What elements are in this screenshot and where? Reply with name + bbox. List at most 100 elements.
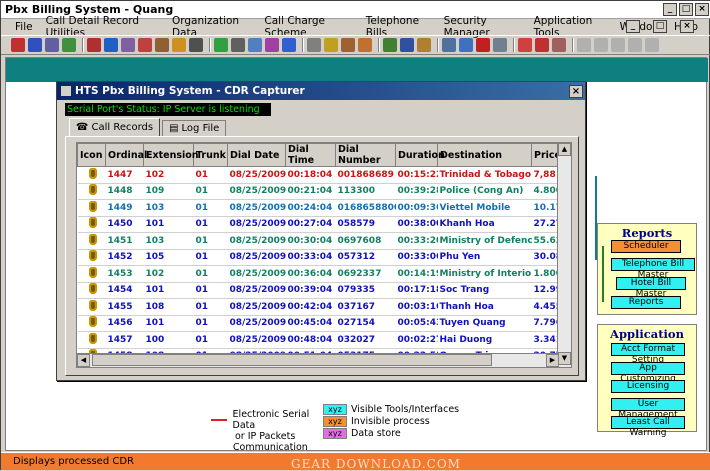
key-icon[interactable] — [518, 38, 532, 52]
call-records-grid[interactable]: Icon Ordinal Extension Trunk Dial Date D… — [76, 142, 572, 368]
gear-icon[interactable] — [400, 38, 414, 52]
cell-icon — [77, 183, 106, 200]
cell-trunk: 01 — [193, 199, 228, 217]
phone-icon[interactable] — [138, 38, 152, 52]
reports-button[interactable]: Reports — [611, 296, 681, 309]
cell-trunk: 01 — [193, 216, 228, 233]
acct-format-setting-button[interactable]: Acct Format Setting — [611, 343, 685, 365]
coin-icon[interactable] — [172, 38, 186, 52]
scroll-track[interactable] — [558, 156, 571, 352]
money-bag-icon — [88, 299, 97, 311]
arrow-up-icon[interactable] — [594, 38, 608, 52]
wrench-icon[interactable] — [358, 38, 372, 52]
tools-icon[interactable] — [341, 38, 355, 52]
vertical-scrollbar[interactable]: ▲ ▼ — [557, 143, 571, 367]
horizontal-scrollbar[interactable]: ◀ ▶ — [77, 353, 559, 367]
column-header-price[interactable]: Price — [531, 143, 561, 167]
cell-price: 7.796,39 — [531, 315, 560, 332]
telephone-bill-master-button[interactable]: Telephone Bill Master — [611, 258, 695, 280]
column-header-icon[interactable]: Icon — [77, 143, 106, 167]
tag-icon[interactable] — [324, 38, 338, 52]
tab-log-file[interactable]: ▤ Log File — [162, 120, 227, 136]
scroll-up-arrow[interactable]: ▲ — [558, 143, 571, 156]
cdr-export-icon[interactable] — [28, 38, 42, 52]
reports-panel: Reports Scheduler Telephone Bill Master … — [597, 223, 697, 315]
close-button[interactable]: × — [695, 3, 709, 16]
report-icon[interactable] — [282, 38, 296, 52]
table-row[interactable]: 1456 101 01 08/25/2009 00:45:04 027154 00:05:4… — [77, 315, 560, 332]
column-header-extension[interactable]: Extension — [143, 143, 199, 167]
database-icon[interactable] — [442, 38, 456, 52]
column-header-dial-date[interactable]: Dial Date — [227, 143, 286, 167]
alarm-icon[interactable] — [476, 38, 490, 52]
cdr-process-icon[interactable] — [45, 38, 59, 52]
users-icon[interactable] — [87, 38, 101, 52]
maximize-button[interactable]: □ — [679, 3, 693, 16]
table-row[interactable]: 1457 100 01 08/25/2009 00:48:04 032027 00:02:2… — [77, 331, 560, 349]
group-icon[interactable] — [121, 38, 135, 52]
calculator-icon[interactable] — [231, 38, 245, 52]
cell-dial-number: 113300 — [335, 183, 396, 200]
cell-ordinal: 1456 — [105, 315, 144, 332]
chart-icon[interactable] — [265, 38, 279, 52]
horizontal-scroll-thumb[interactable] — [92, 354, 492, 366]
arrow-last-icon[interactable] — [645, 38, 659, 52]
table-row[interactable]: 1450 101 01 08/25/2009 00:27:04 058579 00:38:0… — [77, 216, 560, 233]
minimize-button[interactable]: _ — [663, 3, 677, 16]
sort-icon[interactable] — [577, 38, 591, 52]
licensing-button[interactable]: Licensing — [611, 380, 685, 393]
mdi-restore-button[interactable]: □ — [653, 20, 667, 33]
table-row[interactable]: 1447 102 01 08/25/2009 00:18:04 001868689 00:1… — [77, 166, 560, 184]
dialog-close-button[interactable]: × — [569, 84, 583, 98]
search-icon[interactable] — [307, 38, 321, 52]
scheduler-icon[interactable] — [417, 38, 431, 52]
lock-icon[interactable] — [189, 38, 203, 52]
cell-dial-time: 00:45:04 — [285, 315, 336, 332]
refresh-icon[interactable] — [552, 38, 566, 52]
least-call-warning-button[interactable]: Least Call Warning — [611, 416, 685, 438]
tree-icon[interactable] — [383, 38, 397, 52]
mdi-minimize-button[interactable]: _ — [626, 20, 640, 33]
column-header-dial-number[interactable]: Dial Number — [335, 143, 396, 167]
table-row[interactable]: 1453 102 01 08/25/2009 00:36:04 0692337 00:14:… — [77, 265, 560, 283]
table-row[interactable]: 1455 108 01 08/25/2009 00:42:04 037167 00:03:1… — [77, 298, 560, 316]
table-row[interactable]: 1454 101 01 08/25/2009 00:39:04 079335 00:17:1… — [77, 282, 560, 299]
app-customizing-button[interactable]: App Customizing — [611, 362, 685, 384]
hotel-bill-master-button[interactable]: Hotel Bill Master — [616, 277, 686, 299]
column-header-duration[interactable]: Duration — [395, 143, 445, 167]
cell-dial-date: 08/25/2009 — [227, 232, 286, 250]
cdr-import-icon[interactable] — [11, 38, 25, 52]
mdi-close-button[interactable]: × — [680, 20, 694, 33]
user-management-button[interactable]: User Management — [611, 398, 685, 420]
menu-file[interactable]: File — [15, 21, 33, 33]
table-row[interactable]: 1451 103 01 08/25/2009 00:30:04 0697608 00:33:… — [77, 232, 560, 250]
watermark: GEAR DOWNLOAD.COM — [291, 457, 461, 471]
arrow-left-icon[interactable] — [611, 38, 625, 52]
building-icon[interactable] — [155, 38, 169, 52]
document-icon[interactable] — [248, 38, 262, 52]
column-header-dial-time[interactable]: Dial Time — [285, 143, 336, 167]
validate-icon[interactable] — [62, 38, 76, 52]
cell-ordinal: 1451 — [105, 232, 144, 250]
money-icon[interactable] — [214, 38, 228, 52]
table-row[interactable]: 1452 105 01 08/25/2009 00:33:04 057312 00:33:0… — [77, 249, 560, 266]
cell-trunk: 01 — [193, 166, 228, 184]
column-header-destination[interactable]: Destination — [437, 143, 532, 167]
settings-icon[interactable] — [459, 38, 473, 52]
table-row[interactable]: 1449 103 01 08/25/2009 00:24:04 0168658800 00:… — [77, 199, 560, 217]
arrow-right-icon[interactable] — [628, 38, 642, 52]
cell-destination: Hai Duong — [437, 331, 532, 349]
scroll-left-arrow[interactable]: ◀ — [77, 354, 90, 367]
serial-port-status: Serial Port's Status: IP Server is liste… — [65, 103, 271, 116]
cell-trunk: 01 — [193, 298, 228, 316]
column-header-trunk[interactable]: Trunk — [193, 143, 228, 167]
table-row[interactable]: 1448 109 01 08/25/2009 00:21:04 113300 00:39:2… — [77, 183, 560, 200]
organization-icon[interactable] — [104, 38, 118, 52]
help-icon[interactable] — [493, 38, 507, 52]
tab-call-records[interactable]: ☎ Call Records — [69, 118, 161, 136]
scroll-right-arrow[interactable]: ▶ — [546, 354, 559, 367]
scheduler-button[interactable]: Scheduler — [611, 240, 681, 253]
scroll-down-arrow[interactable]: ▼ — [558, 352, 571, 365]
delete-icon[interactable] — [535, 38, 549, 52]
column-header-ordinal[interactable]: Ordinal — [105, 143, 147, 167]
